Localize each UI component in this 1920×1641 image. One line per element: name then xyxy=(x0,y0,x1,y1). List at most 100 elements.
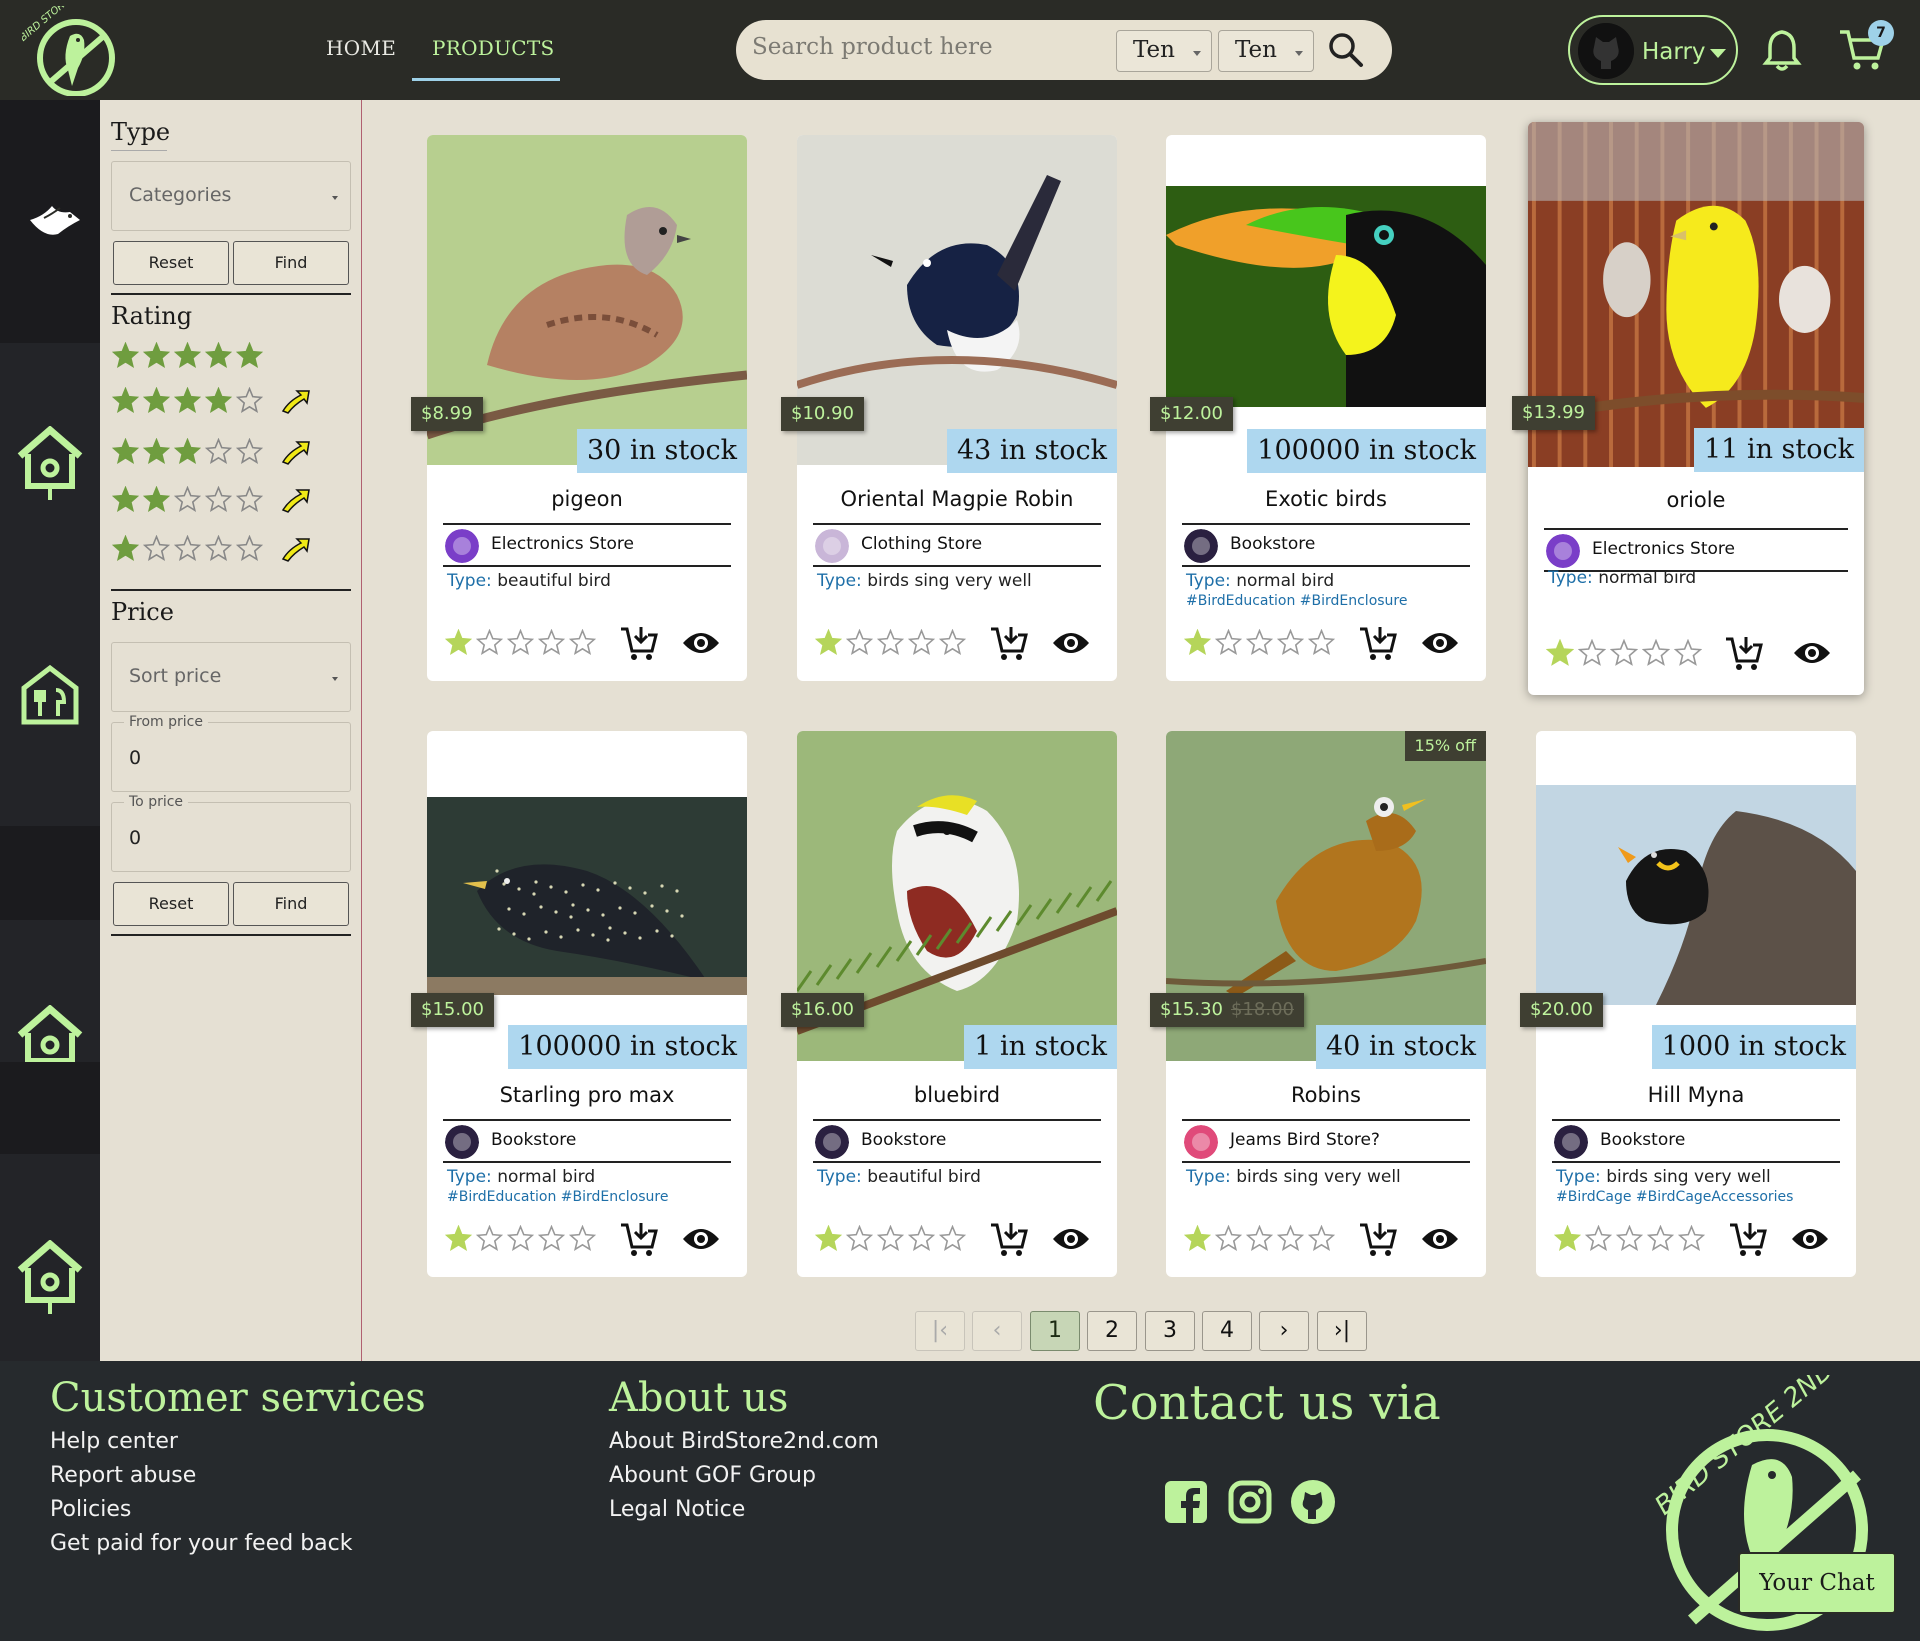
divider xyxy=(111,293,351,295)
product-card[interactable]: $13.99 11 in stock oriole Electronics St… xyxy=(1512,122,1864,695)
store-row[interactable]: Bookstore xyxy=(813,1119,1101,1163)
product-name[interactable]: Hill Myna xyxy=(1536,1083,1856,1107)
add-to-cart-icon[interactable] xyxy=(1358,1219,1398,1259)
add-to-cart-icon[interactable] xyxy=(619,1219,659,1259)
view-eye-icon[interactable] xyxy=(1790,1219,1830,1259)
nav-home[interactable]: HOME xyxy=(326,36,396,60)
product-tags[interactable]: #BirdEducation #BirdEnclosure xyxy=(447,1189,669,1205)
product-card[interactable]: $16.00 1 in stock bluebird Bookstore Typ… xyxy=(781,731,1117,1277)
instagram-icon[interactable] xyxy=(1227,1479,1273,1525)
store-row[interactable]: Electronics Store xyxy=(443,523,731,567)
facebook-icon[interactable] xyxy=(1163,1479,1209,1525)
to-price-field[interactable]: To price 0 xyxy=(111,794,351,872)
rail-item-bird-food[interactable] xyxy=(0,586,100,826)
footer-link-feedback[interactable]: Get paid for your feed back xyxy=(50,1531,352,1556)
search-select-1[interactable]: Ten xyxy=(1116,30,1212,72)
page-button-2[interactable]: 2 xyxy=(1087,1311,1137,1351)
product-type-label: Type: xyxy=(447,571,492,591)
product-card[interactable]: $12.00 100000 in stock Exotic birds Book… xyxy=(1150,135,1486,681)
add-to-cart-icon[interactable] xyxy=(1724,633,1764,673)
prev-page-button[interactable]: ‹ xyxy=(972,1311,1022,1351)
store-row[interactable]: Jeams Bird Store? xyxy=(1182,1119,1470,1163)
product-card[interactable]: $10.90 43 in stock Oriental Magpie Robin… xyxy=(781,135,1117,681)
your-chat-button[interactable]: Your Chat xyxy=(1738,1552,1896,1614)
view-eye-icon[interactable] xyxy=(681,1219,721,1259)
search-icon[interactable] xyxy=(1328,32,1364,68)
store-row[interactable]: Clothing Store xyxy=(813,523,1101,567)
search-input[interactable]: Search product here xyxy=(752,34,993,60)
page-button-4[interactable]: 4 xyxy=(1202,1311,1252,1351)
rail-item-bird-houses[interactable] xyxy=(0,343,100,586)
product-card[interactable]: 15% off $15.30 $18.00 40 in stock Robins … xyxy=(1150,731,1486,1277)
store-row[interactable]: Bookstore xyxy=(443,1119,731,1163)
product-name[interactable]: Robins xyxy=(1166,1083,1486,1107)
store-name: Electronics Store xyxy=(491,534,634,554)
view-eye-icon[interactable] xyxy=(1051,623,1091,663)
rating-filter-5-stars[interactable] xyxy=(112,342,267,376)
rating-filter-3-stars[interactable] xyxy=(112,438,311,472)
search-select-2[interactable]: Ten xyxy=(1218,30,1314,72)
add-to-cart-icon[interactable] xyxy=(1358,623,1398,663)
product-image[interactable] xyxy=(427,797,747,997)
product-card[interactable]: $20.00 1000 in stock Hill Myna Bookstore… xyxy=(1520,731,1856,1277)
product-name[interactable]: Starling pro max xyxy=(427,1083,747,1107)
product-type-label: Type: xyxy=(817,571,862,591)
user-menu[interactable]: Harry xyxy=(1568,15,1738,85)
footer-link-policies[interactable]: Policies xyxy=(50,1497,131,1522)
add-to-cart-icon[interactable] xyxy=(619,623,659,663)
add-to-cart-icon[interactable] xyxy=(1728,1219,1768,1259)
first-page-button[interactable]: |‹ xyxy=(915,1311,965,1351)
bell-icon[interactable] xyxy=(1762,28,1802,72)
footer-link-about-group[interactable]: Abount GOF Group xyxy=(609,1463,816,1488)
footer-link-legal[interactable]: Legal Notice xyxy=(609,1497,745,1522)
product-image[interactable] xyxy=(1536,785,1856,1005)
page-button-3[interactable]: 3 xyxy=(1145,1311,1195,1351)
github-icon[interactable] xyxy=(1290,1479,1336,1525)
price-find-button[interactable]: Find xyxy=(233,882,349,926)
footer-link-about-site[interactable]: About BirdStore2nd.com xyxy=(609,1429,879,1454)
arrow-up-right-icon xyxy=(281,390,310,414)
nav-products[interactable]: PRODUCTS xyxy=(432,36,555,60)
view-eye-icon[interactable] xyxy=(1420,1219,1460,1259)
categories-select[interactable]: Categories xyxy=(111,161,351,231)
product-name[interactable]: pigeon xyxy=(427,487,747,511)
store-row[interactable]: Electronics Store xyxy=(1544,528,1848,572)
rating-filter-2-stars[interactable] xyxy=(112,486,311,520)
footer-link-help-center[interactable]: Help center xyxy=(50,1429,178,1454)
sort-price-select[interactable]: Sort price xyxy=(111,642,351,712)
price-value: $15.30 xyxy=(1160,999,1223,1020)
store-row[interactable]: Bookstore xyxy=(1552,1119,1840,1163)
rating-filter-1-stars[interactable] xyxy=(112,535,311,569)
product-card[interactable]: $8.99 30 in stock pigeon Electronics Sto… xyxy=(411,135,747,681)
logo-icon[interactable]: BIRD STORE 2ND xyxy=(22,6,118,96)
product-name[interactable]: bluebird xyxy=(797,1083,1117,1107)
view-eye-icon[interactable] xyxy=(1792,633,1832,673)
from-price-field[interactable]: From price 0 xyxy=(111,714,351,792)
add-to-cart-icon[interactable] xyxy=(989,623,1029,663)
product-name[interactable]: Oriental Magpie Robin xyxy=(797,487,1117,511)
type-reset-button[interactable]: Reset xyxy=(113,241,229,285)
type-find-button[interactable]: Find xyxy=(233,241,349,285)
product-card[interactable]: $15.00 100000 in stock Starling pro max … xyxy=(411,731,747,1277)
view-eye-icon[interactable] xyxy=(1420,623,1460,663)
price-value: $13.99 xyxy=(1522,402,1585,423)
rail-item-cages[interactable] xyxy=(0,920,100,1062)
footer-link-report-abuse[interactable]: Report abuse xyxy=(50,1463,196,1488)
product-name[interactable]: oriole xyxy=(1528,488,1864,512)
rating-filter-4-stars[interactable] xyxy=(112,387,311,421)
view-eye-icon[interactable] xyxy=(681,623,721,663)
product-tags[interactable]: #BirdCage #BirdCageAccessories xyxy=(1556,1189,1793,1205)
product-tags[interactable]: #BirdEducation #BirdEnclosure xyxy=(1186,593,1408,609)
rail-item-birds[interactable] xyxy=(0,100,100,343)
page-button-1[interactable]: 1 xyxy=(1030,1311,1080,1351)
store-row[interactable]: Bookstore xyxy=(1182,523,1470,567)
add-to-cart-icon[interactable] xyxy=(989,1219,1029,1259)
store-logo-icon xyxy=(1184,1125,1218,1159)
price-reset-button[interactable]: Reset xyxy=(113,882,229,926)
rail-item-accessories[interactable] xyxy=(0,1154,100,1361)
view-eye-icon[interactable] xyxy=(1051,1219,1091,1259)
price-tag: $16.00 xyxy=(781,993,864,1027)
last-page-button[interactable]: ›| xyxy=(1317,1311,1367,1351)
next-page-button[interactable]: › xyxy=(1259,1311,1309,1351)
product-name[interactable]: Exotic birds xyxy=(1166,487,1486,511)
